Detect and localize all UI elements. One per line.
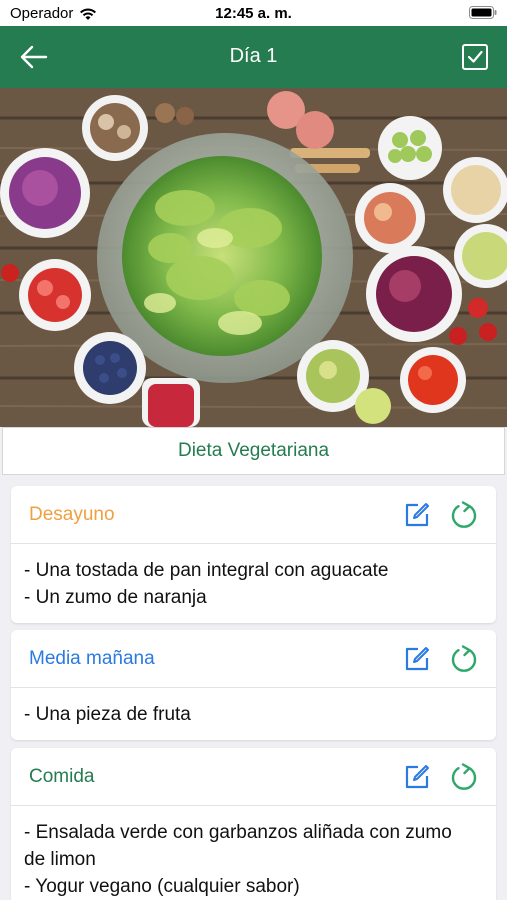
battery-icon bbox=[469, 6, 497, 23]
meal-card-header: Comida bbox=[11, 748, 496, 806]
edit-icon[interactable] bbox=[403, 763, 431, 791]
meal-card-header: Media mañana bbox=[11, 630, 496, 688]
meal-card-body: - Una tostada de pan integral con aguaca… bbox=[11, 544, 496, 623]
meal-card-header: Desayuno bbox=[11, 486, 496, 544]
refresh-icon[interactable] bbox=[449, 762, 479, 792]
checkbox-checked-icon[interactable] bbox=[461, 43, 489, 71]
nav-bar: Día 1 bbox=[0, 26, 507, 88]
meal-item: - Yogur vegano (cualquier sabor) bbox=[24, 876, 300, 897]
meal-card-body: - Ensalada verde con garbanzos aliñada c… bbox=[11, 806, 496, 900]
meal-item: - Ensalada verde con garbanzos aliñada c… bbox=[24, 822, 458, 870]
edit-icon[interactable] bbox=[403, 645, 431, 673]
meal-card-comida: Comida - Ensalada verde con garbanzos al… bbox=[11, 748, 496, 900]
meal-item: - Una tostada de pan integral con aguaca… bbox=[24, 560, 389, 581]
meal-title: Media mañana bbox=[29, 648, 155, 669]
meal-title: Comida bbox=[29, 766, 95, 787]
refresh-icon[interactable] bbox=[449, 644, 479, 674]
salad-table-illustration bbox=[0, 88, 507, 427]
refresh-icon[interactable] bbox=[449, 500, 479, 530]
meal-card-media-manana: Media mañana - Una pieza de fruta bbox=[11, 630, 496, 740]
meal-title: Desayuno bbox=[29, 504, 115, 525]
diet-name: Dieta Vegetariana bbox=[2, 427, 505, 475]
nav-title: Día 1 bbox=[229, 45, 278, 67]
meal-card-body: - Una pieza de fruta bbox=[11, 688, 496, 740]
meal-item: - Un zumo de naranja bbox=[24, 587, 207, 608]
meal-card-desayuno: Desayuno - Una tostada de pan integral c… bbox=[11, 486, 496, 623]
edit-icon[interactable] bbox=[403, 501, 431, 529]
meal-item: - Una pieza de fruta bbox=[24, 704, 191, 725]
status-time: 12:45 a. m. bbox=[215, 5, 292, 22]
status-bar: Operador 12:45 a. m. bbox=[0, 0, 507, 26]
diet-photo bbox=[0, 88, 507, 427]
